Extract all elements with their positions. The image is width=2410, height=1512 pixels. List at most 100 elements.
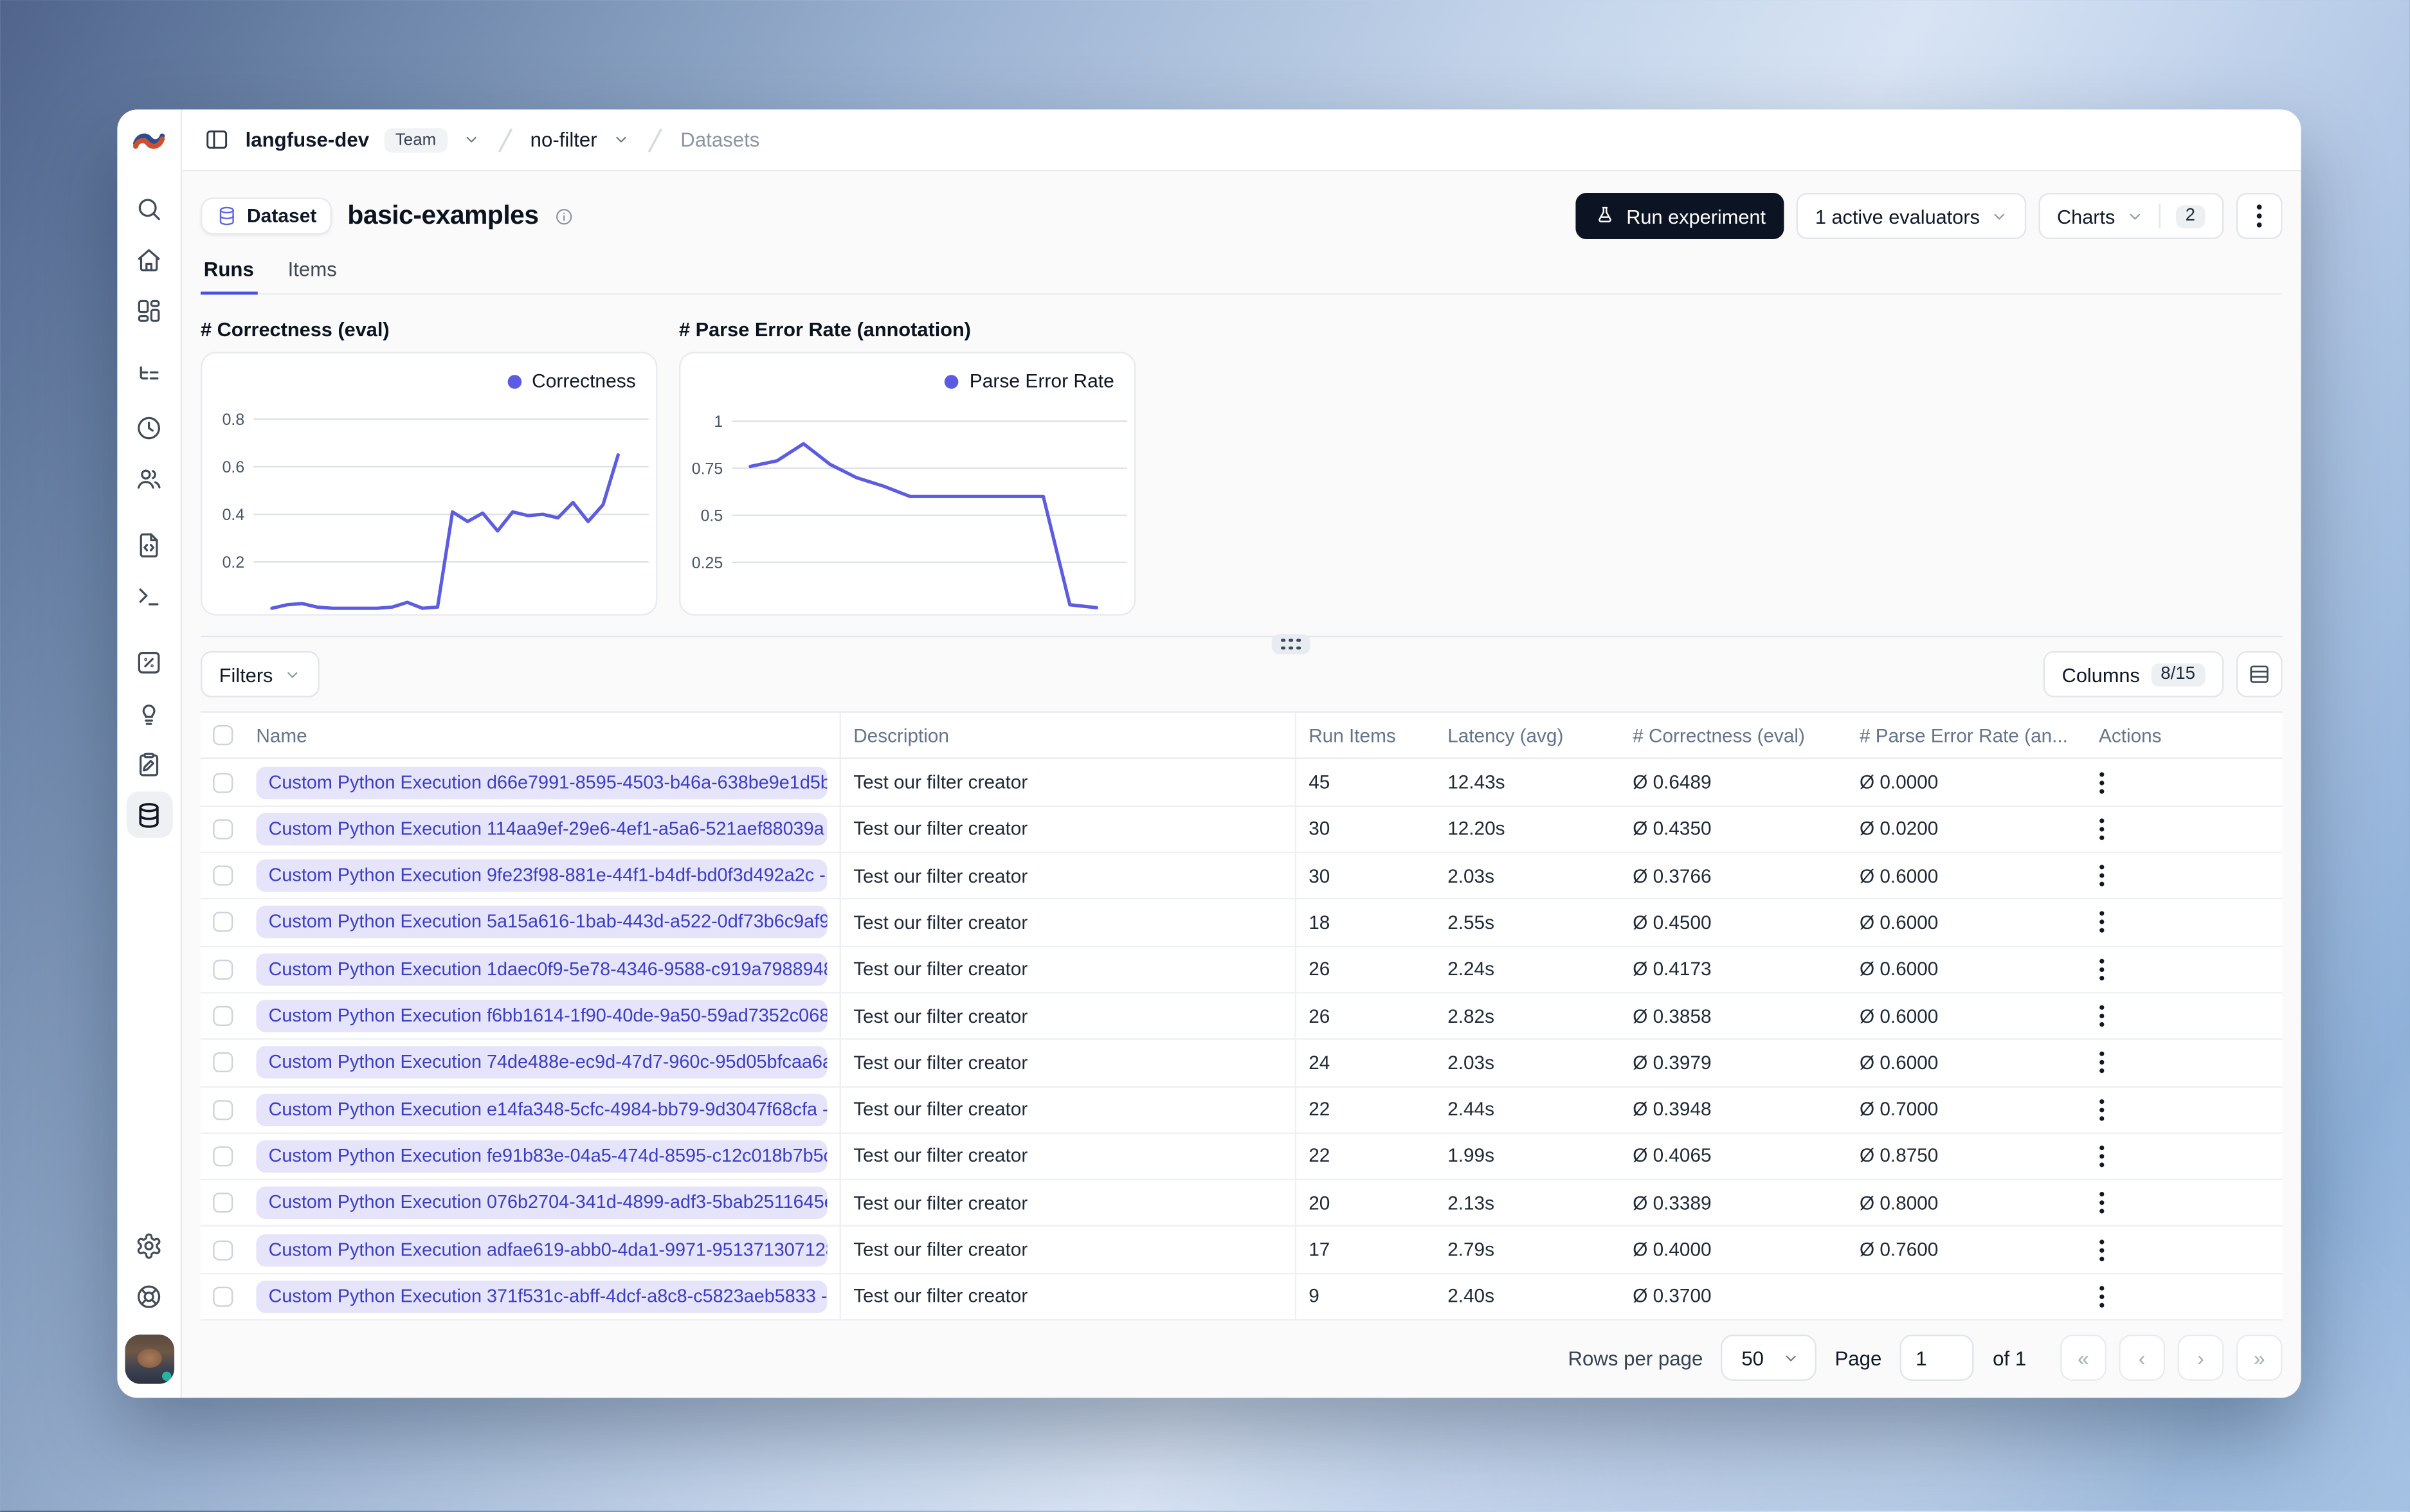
run-name-link[interactable]: Custom Python Execution 74de488e-ec9d-47… xyxy=(256,1047,828,1079)
last-page-button[interactable]: » xyxy=(2236,1335,2283,1381)
info-icon[interactable] xyxy=(554,206,574,226)
chart-title: # Parse Error Rate (annotation) xyxy=(679,318,971,341)
sidebar-item-annotation-clipboard[interactable] xyxy=(126,741,172,787)
sidebar-item-evaluators-lightbulb[interactable] xyxy=(126,690,172,736)
row-actions-kebab[interactable] xyxy=(2099,1191,2105,1214)
runs-table: Name Description Run Items Latency (avg) # C… xyxy=(201,712,2283,1321)
breadcrumb-section[interactable]: Datasets xyxy=(680,128,759,151)
sidebar-item-sessions-clock[interactable] xyxy=(126,404,172,451)
run-name-link[interactable]: Custom Python Execution 114aa9ef-29e6-4e… xyxy=(256,813,828,845)
row-actions-kebab[interactable] xyxy=(2099,771,2105,794)
active-evaluators-button[interactable]: 1 active evaluators xyxy=(1797,193,2026,239)
sidebar-item-trace-tree[interactable] xyxy=(126,354,172,400)
sidebar-item-playground-terminal[interactable] xyxy=(126,572,172,618)
columns-button[interactable]: Columns 8/15 xyxy=(2043,651,2224,698)
run-name-link[interactable]: Custom Python Execution e14fa348-5cfc-49… xyxy=(256,1093,828,1126)
run-name-link[interactable]: Custom Python Execution adfae619-abb0-4d… xyxy=(256,1233,828,1266)
sidebar-item-support-lifebuoy[interactable] xyxy=(126,1273,172,1319)
row-height-button[interactable] xyxy=(2236,651,2283,698)
annotation-clipboard-icon xyxy=(140,752,159,776)
breadcrumb-environment[interactable]: no-filter xyxy=(530,128,597,151)
run-name-link[interactable]: Custom Python Execution 371f531c-abff-4d… xyxy=(256,1280,828,1313)
row-actions-kebab[interactable] xyxy=(2099,1145,2105,1168)
svg-text:0.25: 0.25 xyxy=(692,554,723,572)
page-number-input[interactable]: 1 xyxy=(1900,1335,1975,1381)
tab-runs[interactable]: Runs xyxy=(201,258,257,295)
run-name-link[interactable]: Custom Python Execution 076b2704-341d-48… xyxy=(256,1187,828,1220)
sidebar-item-search[interactable] xyxy=(126,185,172,231)
previous-page-button[interactable]: ‹ xyxy=(2119,1335,2166,1381)
row-checkbox[interactable] xyxy=(212,1005,233,1027)
row-actions-kebab[interactable] xyxy=(2099,911,2105,934)
user-avatar[interactable] xyxy=(124,1335,174,1384)
run-items-value: 30 xyxy=(1309,818,1330,840)
run-name-link[interactable]: Custom Python Execution 9fe23f98-881e-44… xyxy=(256,860,828,892)
charts-toggle-button[interactable]: Charts 2 xyxy=(2038,193,2224,239)
kebab-icon xyxy=(2099,865,2105,887)
run-description: Test our filter creator xyxy=(841,853,1297,899)
row-checkbox[interactable] xyxy=(212,959,233,980)
run-name-link[interactable]: Custom Python Execution f6bb1614-1f90-40… xyxy=(256,1000,828,1032)
breadcrumb-project[interactable]: langfuse-dev xyxy=(246,128,369,151)
row-checkbox[interactable] xyxy=(212,1099,233,1120)
header-actions: Run experiment 1 active evaluators Chart… xyxy=(1575,193,2283,239)
next-page-button[interactable]: › xyxy=(2177,1335,2224,1381)
run-description: Test our filter creator xyxy=(841,1040,1297,1086)
trace-tree-icon xyxy=(140,365,159,379)
sidebar-item-datasets-database[interactable] xyxy=(125,791,172,838)
row-actions-kebab[interactable] xyxy=(2099,1238,2105,1261)
drag-handle[interactable] xyxy=(1271,634,1310,654)
team-badge: Team xyxy=(385,127,448,152)
row-actions-kebab[interactable] xyxy=(2099,1051,2105,1074)
row-actions-kebab[interactable] xyxy=(2099,818,2105,841)
sidebar-item-dashboard[interactable] xyxy=(126,287,172,333)
filters-button[interactable]: Filters xyxy=(201,651,320,698)
row-checkbox[interactable] xyxy=(212,1286,233,1307)
row-checkbox[interactable] xyxy=(212,1052,233,1073)
run-name-link[interactable]: Custom Python Execution 5a15a616-1bab-44… xyxy=(256,906,828,939)
row-actions-kebab[interactable] xyxy=(2099,1285,2105,1308)
rows-per-page-select[interactable]: 50 xyxy=(1721,1335,1817,1381)
row-checkbox[interactable] xyxy=(212,1192,233,1214)
row-checkbox[interactable] xyxy=(212,1146,233,1167)
row-checkbox[interactable] xyxy=(212,912,233,933)
run-items-value: 22 xyxy=(1309,1099,1330,1120)
run-experiment-button[interactable]: Run experiment xyxy=(1575,193,1784,239)
row-actions-kebab[interactable] xyxy=(2099,958,2105,981)
run-description: Test our filter creator xyxy=(841,1133,1297,1179)
tab-bar: Runs Items xyxy=(201,258,2283,295)
row-actions-kebab[interactable] xyxy=(2099,1098,2105,1121)
chevron-down-icon xyxy=(1786,1354,1796,1361)
chart-card: 0.25 0.5 0.75 1 Parse Error Rate xyxy=(679,352,1136,616)
correctness-value: Ø 0.3948 xyxy=(1633,1099,1712,1120)
sidebar-item-scores-percent[interactable] xyxy=(126,639,172,685)
run-name-link[interactable]: Custom Python Execution 1daec0f9-5e78-43… xyxy=(256,953,828,986)
first-page-button[interactable]: « xyxy=(2060,1335,2107,1381)
langfuse-logo[interactable] xyxy=(131,109,167,171)
row-checkbox[interactable] xyxy=(212,865,233,887)
tab-items[interactable]: Items xyxy=(285,258,340,295)
row-checkbox[interactable] xyxy=(212,1239,233,1260)
sidebar-item-home[interactable] xyxy=(126,236,172,282)
row-actions-kebab[interactable] xyxy=(2099,1005,2105,1028)
sidebar-toggle-icon[interactable] xyxy=(204,127,230,153)
run-name-link[interactable]: Custom Python Execution fe91b83e-04a5-47… xyxy=(256,1140,828,1173)
correctness-value: Ø 0.3700 xyxy=(1633,1286,1712,1308)
parse-error-rate-value: Ø 0.7000 xyxy=(1860,1099,1939,1120)
legend-dot xyxy=(507,374,521,388)
chevron-down-icon[interactable] xyxy=(462,131,479,148)
header-kebab-button[interactable] xyxy=(2236,193,2283,239)
sidebar-item-settings-gear[interactable] xyxy=(126,1222,172,1268)
chevron-down-icon[interactable] xyxy=(613,131,630,148)
sidebar-item-users[interactable] xyxy=(126,455,172,501)
run-name-link[interactable]: Custom Python Execution d66e7991-8595-45… xyxy=(256,766,828,799)
svg-text:0.8: 0.8 xyxy=(222,411,245,429)
sidebar-item-prompts-file-code[interactable] xyxy=(126,521,172,568)
table-row: Custom Python Execution 076b2704-341d-48… xyxy=(201,1180,2283,1227)
select-all-checkbox[interactable] xyxy=(212,726,233,746)
row-checkbox[interactable] xyxy=(212,819,233,840)
row-checkbox[interactable] xyxy=(212,772,233,793)
row-actions-kebab[interactable] xyxy=(2099,864,2105,887)
chart-line xyxy=(270,453,620,610)
app-window: langfuse-dev Team no-filter Datasets Dat… xyxy=(117,109,2301,1398)
